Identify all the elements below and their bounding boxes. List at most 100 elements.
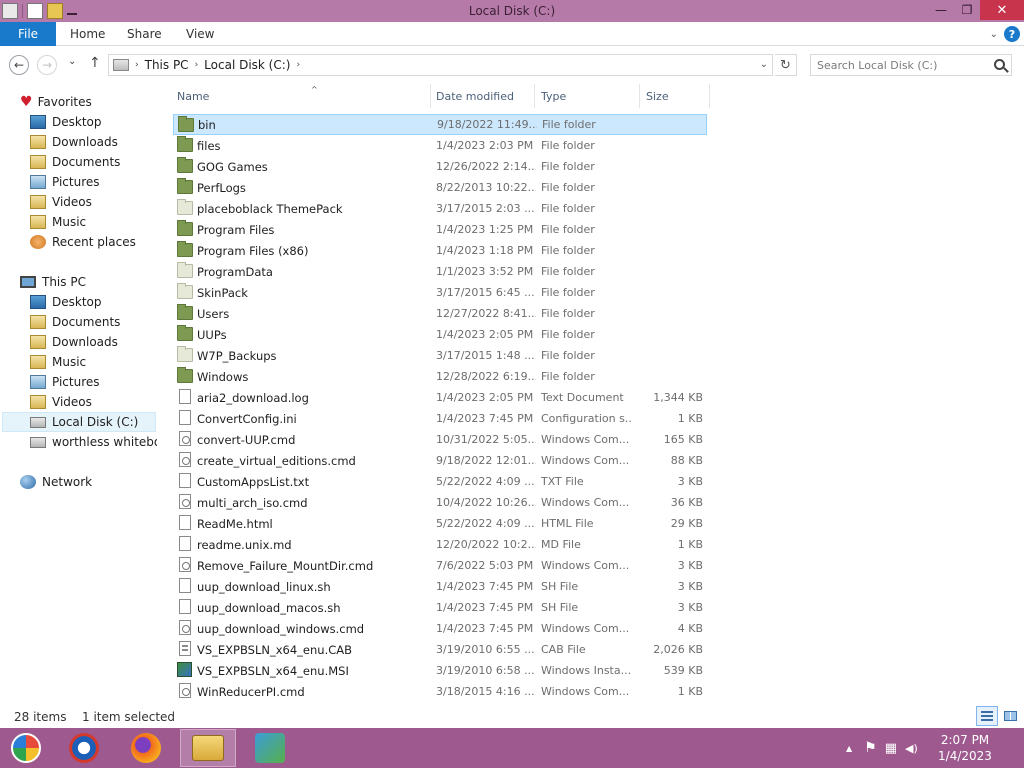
taskbar-clock[interactable]: 2:07 PM 1/4/2023 — [930, 732, 1000, 764]
file-type: Configuration s... — [541, 412, 633, 425]
nav-pc-desktop[interactable]: Desktop — [30, 292, 102, 312]
breadcrumb-this-pc[interactable]: This PC — [145, 58, 189, 72]
table-row[interactable]: CustomAppsList.txt 5/22/2022 4:09 ... TXT … — [173, 471, 707, 492]
restore-button[interactable]: ❐ — [954, 0, 980, 20]
nav-pc-worthless-whiteboard[interactable]: worthless whiteboard — [30, 432, 157, 452]
nav-item-label: Desktop — [52, 295, 102, 309]
table-row[interactable]: PerfLogs 8/22/2013 10:22... File folder — [173, 177, 707, 198]
table-row[interactable]: ReadMe.html 5/22/2022 4:09 ... HTML File 29… — [173, 513, 707, 534]
recent-locations-icon[interactable]: ⌄ — [68, 56, 76, 67]
table-row[interactable]: VS_EXPBSLN_x64_enu.CAB 3/19/2010 6:55 ...… — [173, 639, 707, 660]
expand-ribbon-icon[interactable]: ⌄ — [990, 29, 998, 40]
network-status-icon[interactable]: ▦ — [885, 741, 897, 756]
file-type: Windows Com... — [541, 559, 630, 572]
file-date-modified: 9/18/2022 11:49... — [437, 118, 537, 131]
table-row[interactable]: readme.unix.md 12/20/2022 10:2... MD File 1… — [173, 534, 707, 555]
start-button[interactable] — [0, 729, 52, 767]
column-header-date[interactable]: Date modified — [430, 84, 535, 108]
nav-pc-documents[interactable]: Documents — [30, 312, 120, 332]
tab-home[interactable]: Home — [70, 22, 105, 46]
table-row[interactable]: multi_arch_iso.cmd 10/4/2022 10:26... Wind… — [173, 492, 707, 513]
file-date-modified: 1/4/2023 1:18 PM — [436, 244, 534, 257]
window-title: Local Disk (C:) — [468, 4, 556, 18]
folder-icon — [177, 367, 193, 383]
nav-favorite-pictures[interactable]: Pictures — [30, 172, 100, 192]
nav-pc-music[interactable]: Music — [30, 352, 86, 372]
help-icon[interactable]: ? — [1004, 26, 1020, 42]
table-row[interactable]: GOG Games 12/26/2022 2:14... File folder — [173, 156, 707, 177]
clock-date: 1/4/2023 — [938, 749, 992, 763]
taskbar-internet-explorer[interactable] — [56, 729, 112, 767]
taskbar-network-app[interactable] — [242, 729, 298, 767]
nav-pc-pictures[interactable]: Pictures — [30, 372, 100, 392]
nav-favorite-documents[interactable]: Documents — [30, 152, 120, 172]
nav-favorites[interactable]: ♥ Favorites — [20, 92, 92, 112]
breadcrumb-local-disk[interactable]: Local Disk (C:) — [204, 58, 290, 72]
nav-pc-local-disk[interactable]: Local Disk (C:) — [2, 412, 156, 432]
table-row[interactable]: SkinPack 3/17/2015 6:45 ... File folder — [173, 282, 707, 303]
column-header-name[interactable]: Name ^ — [171, 84, 431, 108]
large-icons-view-button[interactable] — [999, 706, 1021, 726]
nav-favorite-downloads[interactable]: Downloads — [30, 132, 118, 152]
taskbar-firefox[interactable] — [118, 729, 174, 767]
chevron-right-icon[interactable]: › — [135, 60, 139, 70]
search-icon[interactable] — [994, 59, 1005, 70]
address-bar[interactable]: › This PC › Local Disk (C:) › ⌄ — [108, 54, 773, 76]
nav-pc-downloads[interactable]: Downloads — [30, 332, 118, 352]
table-row[interactable]: W7P_Backups 3/17/2015 1:48 ... File folder — [173, 345, 707, 366]
file-type: File folder — [541, 244, 595, 257]
taskbar-file-explorer[interactable] — [180, 729, 236, 767]
table-row[interactable]: uup_download_linux.sh 1/4/2023 7:45 PM SH … — [173, 576, 707, 597]
file-date-modified: 3/18/2015 4:16 ... — [436, 685, 535, 698]
search-input[interactable] — [811, 58, 986, 72]
nav-this-pc[interactable]: This PC — [20, 272, 86, 292]
minimize-button[interactable]: — — [928, 0, 954, 20]
details-view-button[interactable] — [976, 706, 998, 726]
action-center-flag-icon[interactable]: ⚑ — [864, 740, 877, 756]
table-row[interactable]: convert-UUP.cmd 10/31/2022 5:05... Windows… — [173, 429, 707, 450]
nav-favorite-music[interactable]: Music — [30, 212, 86, 232]
show-hidden-icons-icon[interactable]: ▲ — [846, 744, 852, 753]
tab-share[interactable]: Share — [127, 22, 162, 46]
table-row[interactable]: Remove_Failure_MountDir.cmd 7/6/2022 5:03… — [173, 555, 707, 576]
tab-file[interactable]: File — [0, 22, 56, 46]
table-row[interactable]: Program Files (x86) 1/4/2023 1:18 PM File … — [173, 240, 707, 261]
table-row[interactable]: WinReducerPI.cmd 3/18/2015 4:16 ... Window… — [173, 681, 707, 702]
table-row[interactable]: Windows 12/28/2022 6:19... File folder — [173, 366, 707, 387]
nav-favorite-recent-places[interactable]: Recent places — [30, 232, 136, 252]
table-row[interactable]: uup_download_windows.cmd 1/4/2023 7:45 PM… — [173, 618, 707, 639]
table-row[interactable]: UUPs 1/4/2023 2:05 PM File folder — [173, 324, 707, 345]
table-row[interactable]: aria2_download.log 1/4/2023 2:05 PM Text D… — [173, 387, 707, 408]
table-row[interactable]: bin 9/18/2022 11:49... File folder — [173, 114, 707, 135]
table-row[interactable]: VS_EXPBSLN_x64_enu.MSI 3/19/2010 6:58 ...… — [173, 660, 707, 681]
table-row[interactable]: Users 12/27/2022 8:41... File folder — [173, 303, 707, 324]
table-row[interactable]: ConvertConfig.ini 1/4/2023 7:45 PM Configu… — [173, 408, 707, 429]
table-row[interactable]: placeboblack ThemePack 3/17/2015 2:03 ...… — [173, 198, 707, 219]
volume-icon[interactable]: ◀) — [905, 742, 918, 755]
chevron-right-icon[interactable]: › — [296, 60, 300, 70]
up-button[interactable]: ↑ — [89, 55, 101, 71]
column-header-size[interactable]: Size — [640, 84, 710, 108]
forward-button[interactable]: → — [37, 55, 57, 75]
file-type: Windows Com... — [541, 433, 630, 446]
table-row[interactable]: ProgramData 1/1/2023 3:52 PM File folder — [173, 261, 707, 282]
table-row[interactable]: uup_download_macos.sh 1/4/2023 7:45 PM SH … — [173, 597, 707, 618]
tab-view[interactable]: View — [186, 22, 214, 46]
chevron-right-icon[interactable]: › — [195, 60, 199, 70]
search-box[interactable] — [810, 54, 1012, 76]
table-row[interactable]: create_virtual_editions.cmd 9/18/2022 12:… — [173, 450, 707, 471]
column-header-type[interactable]: Type — [535, 84, 640, 108]
address-dropdown-icon[interactable]: ⌄ — [760, 59, 768, 70]
table-row[interactable]: files 1/4/2023 2:03 PM File folder — [173, 135, 707, 156]
nav-favorite-desktop[interactable]: Desktop — [30, 112, 102, 132]
file-name: UUPs — [197, 327, 227, 342]
file-name: CustomAppsList.txt — [197, 474, 310, 489]
nav-favorite-videos[interactable]: Videos — [30, 192, 92, 212]
back-button[interactable]: ← — [9, 55, 29, 75]
nav-network[interactable]: Network — [20, 472, 92, 492]
nav-pc-videos[interactable]: Videos — [30, 392, 92, 412]
table-row[interactable]: Program Files 1/4/2023 1:25 PM File folder — [173, 219, 707, 240]
close-button[interactable]: ✕ — [980, 0, 1024, 20]
file-date-modified: 3/19/2010 6:55 ... — [436, 643, 535, 656]
refresh-button[interactable]: ↻ — [775, 54, 797, 76]
